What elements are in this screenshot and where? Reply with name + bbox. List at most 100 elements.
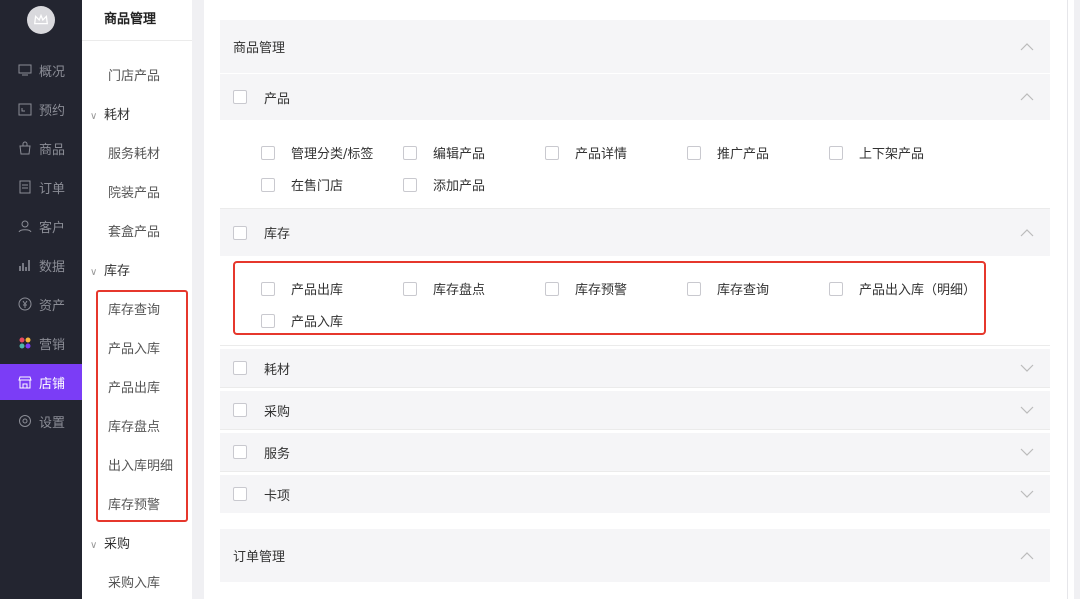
- order-icon: [18, 180, 32, 194]
- option-item[interactable]: 编辑产品: [403, 143, 485, 162]
- sub-item[interactable]: 院装产品: [108, 182, 160, 201]
- crown-icon: [33, 13, 49, 25]
- group-row-service[interactable]: 服务: [220, 433, 1050, 471]
- nav-item-assets[interactable]: 资产: [0, 286, 82, 322]
- checkbox[interactable]: [233, 445, 247, 459]
- annotation-box: [233, 261, 986, 335]
- divider: [220, 429, 1050, 430]
- nav-item-settings[interactable]: 设置: [0, 403, 82, 439]
- chevron-up-icon: [1020, 42, 1034, 50]
- checkbox[interactable]: [233, 361, 247, 375]
- nav-item-label: 资产: [39, 298, 66, 314]
- group-label: 采购: [264, 404, 291, 420]
- option-label: 添加产品: [433, 179, 486, 194]
- checkbox[interactable]: [829, 145, 843, 160]
- nav-item-label: 概况: [39, 64, 66, 80]
- sub-group-label: 采购: [104, 537, 131, 552]
- sub-item-store-product[interactable]: 门店产品: [108, 65, 160, 84]
- chevron-down-icon: ∨: [90, 540, 98, 551]
- nav-item-goods[interactable]: 商品: [0, 130, 82, 166]
- divider: [1067, 0, 1068, 599]
- nav-item-data[interactable]: 数据: [0, 247, 82, 283]
- group-row-product[interactable]: 产品: [220, 74, 1050, 120]
- checkbox[interactable]: [233, 487, 247, 501]
- option-item[interactable]: 推广产品: [687, 143, 769, 162]
- checkbox[interactable]: [261, 145, 275, 160]
- chevron-down-icon: [1020, 490, 1034, 498]
- group-row-inventory[interactable]: 库存: [220, 209, 1050, 256]
- group-row-card[interactable]: 卡项: [220, 475, 1050, 513]
- nav-item-booking[interactable]: 预约: [0, 91, 82, 127]
- checkbox[interactable]: [233, 403, 247, 417]
- brand-logo[interactable]: [27, 6, 55, 34]
- monitor-icon: [18, 63, 32, 77]
- sub-item[interactable]: 采购入库: [108, 572, 160, 591]
- nav-item-label: 设置: [39, 415, 66, 431]
- checkbox[interactable]: [403, 177, 417, 192]
- sub-group-label: 耗材: [104, 108, 131, 123]
- option-label: 管理分类/标签: [291, 147, 374, 162]
- nav-item-label: 客户: [39, 220, 66, 236]
- checkbox[interactable]: [545, 145, 559, 160]
- group-label: 服务: [264, 446, 291, 462]
- sub-group-label: 库存: [104, 264, 131, 279]
- chevron-down-icon: ∨: [90, 111, 98, 122]
- user-icon: [18, 219, 32, 233]
- group-row-purchase[interactable]: 采购: [220, 391, 1050, 429]
- option-item[interactable]: 在售门店: [261, 175, 343, 194]
- nav-item-label: 商品: [39, 142, 66, 158]
- option-label: 在售门店: [291, 179, 344, 194]
- chevron-down-icon: [1020, 448, 1034, 456]
- divider: [82, 40, 192, 41]
- group-row-consumables[interactable]: 耗材: [220, 349, 1050, 387]
- nav-item-label: 订单: [39, 181, 66, 197]
- divider: [220, 471, 1050, 472]
- group-label: 耗材: [264, 362, 291, 378]
- divider: [220, 387, 1050, 388]
- checkbox[interactable]: [233, 90, 247, 104]
- section-header-orders[interactable]: 订单管理: [220, 529, 1050, 582]
- sub-group-consumables[interactable]: ∨ 耗材: [90, 104, 130, 123]
- sub-menu-title: 商品管理: [104, 12, 157, 27]
- chart-icon: [18, 258, 32, 272]
- store-icon: [18, 375, 32, 389]
- calendar-icon: [18, 102, 32, 116]
- nav-item-label: 预约: [39, 103, 66, 119]
- nav-item-label: 数据: [39, 259, 66, 275]
- option-label: 上下架产品: [859, 147, 925, 162]
- grid-icon: [18, 336, 32, 350]
- chevron-up-icon: [1020, 551, 1034, 559]
- nav-item-label: 店铺: [39, 376, 66, 392]
- nav-item-overview[interactable]: 概况: [0, 52, 82, 88]
- option-item[interactable]: 上下架产品: [829, 143, 924, 162]
- checkbox[interactable]: [687, 145, 701, 160]
- group-label: 产品: [264, 91, 291, 107]
- nav-item-store[interactable]: 店铺: [0, 364, 82, 400]
- nav-item-customers[interactable]: 客户: [0, 208, 82, 244]
- group-label: 库存: [264, 227, 291, 242]
- option-label: 编辑产品: [433, 147, 486, 162]
- checkbox[interactable]: [261, 177, 275, 192]
- sub-item[interactable]: 套盒产品: [108, 221, 160, 240]
- nav-item-marketing[interactable]: 营销: [0, 325, 82, 361]
- option-item[interactable]: 产品详情: [545, 143, 627, 162]
- sub-group-inventory[interactable]: ∨ 库存: [90, 260, 130, 279]
- checkbox[interactable]: [233, 225, 247, 240]
- nav-item-label: 营销: [39, 337, 66, 353]
- option-item[interactable]: 管理分类/标签: [261, 143, 373, 162]
- gear-icon: [18, 414, 32, 428]
- option-label: 推广产品: [717, 147, 770, 162]
- nav-item-orders[interactable]: 订单: [0, 169, 82, 205]
- option-label: 产品详情: [575, 147, 628, 162]
- sub-item[interactable]: 服务耗材: [108, 143, 160, 162]
- divider: [220, 345, 1050, 346]
- section-title: 订单管理: [233, 550, 286, 565]
- yen-icon: [18, 297, 32, 311]
- sub-group-purchase[interactable]: ∨ 采购: [90, 533, 130, 552]
- main-nav: 概况 预约 商品 订单 客户 数据 资产 营销 店铺 设置: [0, 0, 82, 599]
- bag-icon: [18, 141, 32, 155]
- section-header-goods[interactable]: 商品管理: [220, 20, 1050, 73]
- checkbox[interactable]: [403, 145, 417, 160]
- option-item[interactable]: 添加产品: [403, 175, 485, 194]
- annotation-box: [96, 290, 188, 522]
